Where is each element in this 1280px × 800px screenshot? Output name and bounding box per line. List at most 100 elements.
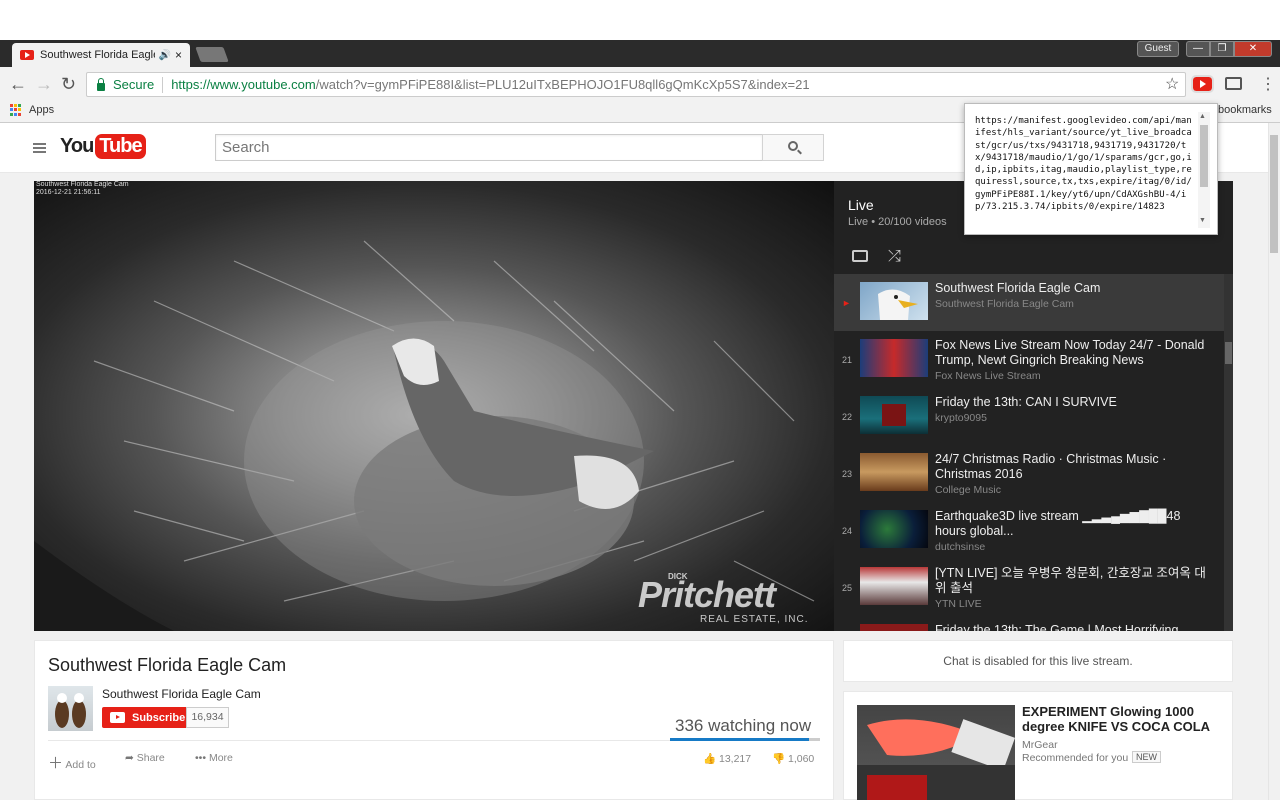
playlist-thumbnail bbox=[860, 567, 928, 605]
cast-icon[interactable] bbox=[1225, 77, 1242, 90]
apps-grid-dot bbox=[14, 108, 17, 112]
playlist-scrollbar[interactable] bbox=[1224, 274, 1233, 631]
more-button[interactable]: ••• More bbox=[195, 752, 233, 764]
playlist-item-channel: College Music bbox=[935, 484, 1001, 496]
apps-grid-dot bbox=[10, 108, 13, 112]
window-minimize-button[interactable]: — bbox=[1186, 41, 1210, 57]
chrome-menu-icon[interactable]: ⋮ bbox=[1260, 74, 1276, 94]
video-player[interactable] bbox=[34, 181, 834, 631]
related-video-channel[interactable]: MrGear bbox=[1022, 739, 1058, 751]
youtube-logo[interactable]: You Tube bbox=[60, 134, 146, 159]
playlist-thumbnail bbox=[860, 282, 928, 320]
related-video-title[interactable]: EXPERIMENT Glowing 1000 degree KNIFE VS … bbox=[1022, 704, 1222, 734]
popup-scrollbar-thumb[interactable] bbox=[1200, 125, 1208, 187]
camera-overlay-text: Southwest Florida Eagle Cam 2016-12-21 2… bbox=[36, 181, 129, 197]
screen: { "browser": { "tab_title": "Southwest F… bbox=[0, 0, 1280, 800]
playlist-item[interactable]: 23 24/7 Christmas Radio · Christmas Musi… bbox=[834, 445, 1224, 502]
window-close-button[interactable]: ✕ bbox=[1234, 41, 1272, 57]
knife-thumbnail-icon bbox=[857, 719, 1015, 800]
url-text[interactable]: https://www.youtube.com/watch?v=gymPFiPE… bbox=[171, 77, 809, 92]
youtube-mini-icon bbox=[110, 712, 125, 723]
subscribe-label: Subscribe bbox=[132, 711, 186, 724]
now-playing-icon: ► bbox=[842, 298, 851, 308]
shuffle-icon[interactable]: ⤮ bbox=[888, 248, 901, 266]
back-arrow-icon[interactable]: ← bbox=[9, 74, 27, 95]
tab-close-icon[interactable]: × bbox=[175, 48, 182, 62]
new-tab-button[interactable] bbox=[195, 47, 229, 62]
playlist-index: 25 bbox=[842, 583, 853, 593]
playlist-item-channel: Southwest Florida Eagle Cam bbox=[935, 298, 1074, 310]
window-maximize-button[interactable]: ❐ bbox=[1210, 41, 1234, 57]
related-video-thumbnail[interactable] bbox=[857, 705, 1015, 800]
like-button[interactable]: 👍 13,217 bbox=[703, 752, 751, 765]
page-scrollbar-thumb[interactable] bbox=[1270, 135, 1278, 253]
playlist-item[interactable]: 25 [YTN LIVE] 오늘 우병우 청문회, 간호장교 조여옥 대위 출석… bbox=[834, 559, 1224, 616]
playlist-item[interactable]: ► Southwest Florida Eagle Cam Southwest … bbox=[834, 274, 1224, 331]
channel-name[interactable]: Southwest Florida Eagle Cam bbox=[102, 687, 261, 701]
playlist-item-channel: YTN LIVE bbox=[935, 598, 982, 610]
add-to-label: Add to bbox=[65, 759, 96, 771]
secure-indicator[interactable]: Secure bbox=[87, 77, 154, 92]
watermark-sub: REAL ESTATE, INC. bbox=[700, 614, 809, 625]
youtube-extension-icon[interactable] bbox=[1191, 75, 1214, 93]
add-to-button[interactable]: ＋ Add to bbox=[48, 752, 96, 773]
scroll-down-arrow-icon[interactable]: ▼ bbox=[1199, 217, 1206, 224]
address-separator bbox=[162, 76, 164, 93]
audio-playing-icon[interactable]: 🔊 bbox=[159, 50, 171, 61]
dislike-button[interactable]: 👎 1,060 bbox=[772, 752, 814, 765]
url-base: https://www.youtube.com bbox=[171, 77, 316, 92]
search-button[interactable] bbox=[762, 134, 824, 161]
browser-titlebar bbox=[0, 40, 1280, 67]
forward-arrow-icon[interactable]: → bbox=[35, 74, 53, 95]
apps-grid-dot bbox=[14, 104, 17, 107]
playlist-index: 24 bbox=[842, 526, 853, 536]
share-button[interactable]: ➦ Share bbox=[125, 752, 165, 764]
scroll-up-arrow-icon[interactable]: ▲ bbox=[1199, 113, 1206, 120]
address-bar[interactable]: Secure https://www.youtube.com/watch?v=g… bbox=[86, 72, 1186, 97]
playlist-item[interactable]: 21 Fox News Live Stream Now Today 24/7 -… bbox=[834, 331, 1224, 388]
playlist-item[interactable]: 22 Friday the 13th: CAN I SURVIVE krypto… bbox=[834, 388, 1224, 445]
subscribe-button[interactable]: Subscribe bbox=[102, 707, 186, 728]
eagle-thumbnail-icon bbox=[878, 289, 918, 320]
playlist-title[interactable]: Live bbox=[848, 197, 874, 213]
apps-grid-dot bbox=[14, 112, 17, 116]
playlist-item-title: Southwest Florida Eagle Cam bbox=[935, 281, 1101, 295]
search-input[interactable]: Search bbox=[215, 134, 763, 161]
apps-grid-dot bbox=[18, 112, 21, 116]
apps-grid-icon[interactable] bbox=[10, 104, 22, 116]
new-badge: NEW bbox=[1132, 751, 1161, 763]
like-ratio-fill bbox=[670, 738, 809, 741]
apps-grid-dot bbox=[18, 104, 21, 107]
reload-icon[interactable]: ↻ bbox=[61, 74, 76, 95]
share-label: Share bbox=[136, 752, 165, 764]
game-thumbnail-icon bbox=[882, 404, 906, 426]
nest-scene bbox=[34, 240, 815, 631]
logo-tube: Tube bbox=[95, 134, 146, 159]
browser-tab-active[interactable]: Southwest Florida Eagle 🔊 × bbox=[12, 43, 190, 67]
sentiment-bar bbox=[670, 738, 820, 741]
playlist-index: 23 bbox=[842, 469, 853, 479]
url-path: /watch?v=gymPFiPE88I&list=PLU12uITxBEPHO… bbox=[315, 77, 810, 92]
guide-menu-icon[interactable] bbox=[33, 143, 46, 153]
other-bookmarks[interactable]: bookmarks bbox=[1218, 104, 1272, 116]
camera-name: Southwest Florida Eagle Cam bbox=[36, 181, 129, 188]
bookmark-apps[interactable]: Apps bbox=[29, 104, 54, 116]
playlist-item[interactable]: Friday the 13th: The Game | Most Horrify… bbox=[834, 616, 1224, 631]
loop-icon[interactable] bbox=[852, 250, 868, 262]
playlist-scrollbar-thumb[interactable] bbox=[1225, 342, 1232, 364]
playlist-item-channel: Fox News Live Stream bbox=[935, 370, 1041, 382]
thumbs-down-icon: 👎 bbox=[772, 753, 786, 765]
recommended-label: Recommended for you bbox=[1022, 752, 1129, 764]
playlist-item-channel: krypto9095 bbox=[935, 412, 987, 424]
chat-disabled-notice: Chat is disabled for this live stream. bbox=[843, 640, 1233, 682]
playlist-thumbnail bbox=[860, 510, 928, 548]
playlist-thumbnail bbox=[860, 339, 928, 377]
like-count: 13,217 bbox=[719, 753, 752, 765]
channel-avatar[interactable] bbox=[48, 686, 93, 731]
bookmark-star-icon[interactable]: ☆ bbox=[1165, 74, 1179, 94]
stream-manifest-url[interactable]: https://manifest.googlevideo.com/api/man… bbox=[975, 115, 1193, 228]
youtube-favicon-icon bbox=[20, 50, 34, 60]
playlist-item[interactable]: 24 Earthquake3D live stream ▁▂▃▄▅▆▇██48 … bbox=[834, 502, 1224, 559]
profile-button[interactable]: Guest bbox=[1137, 41, 1179, 57]
more-dots-icon: ••• bbox=[195, 752, 207, 764]
